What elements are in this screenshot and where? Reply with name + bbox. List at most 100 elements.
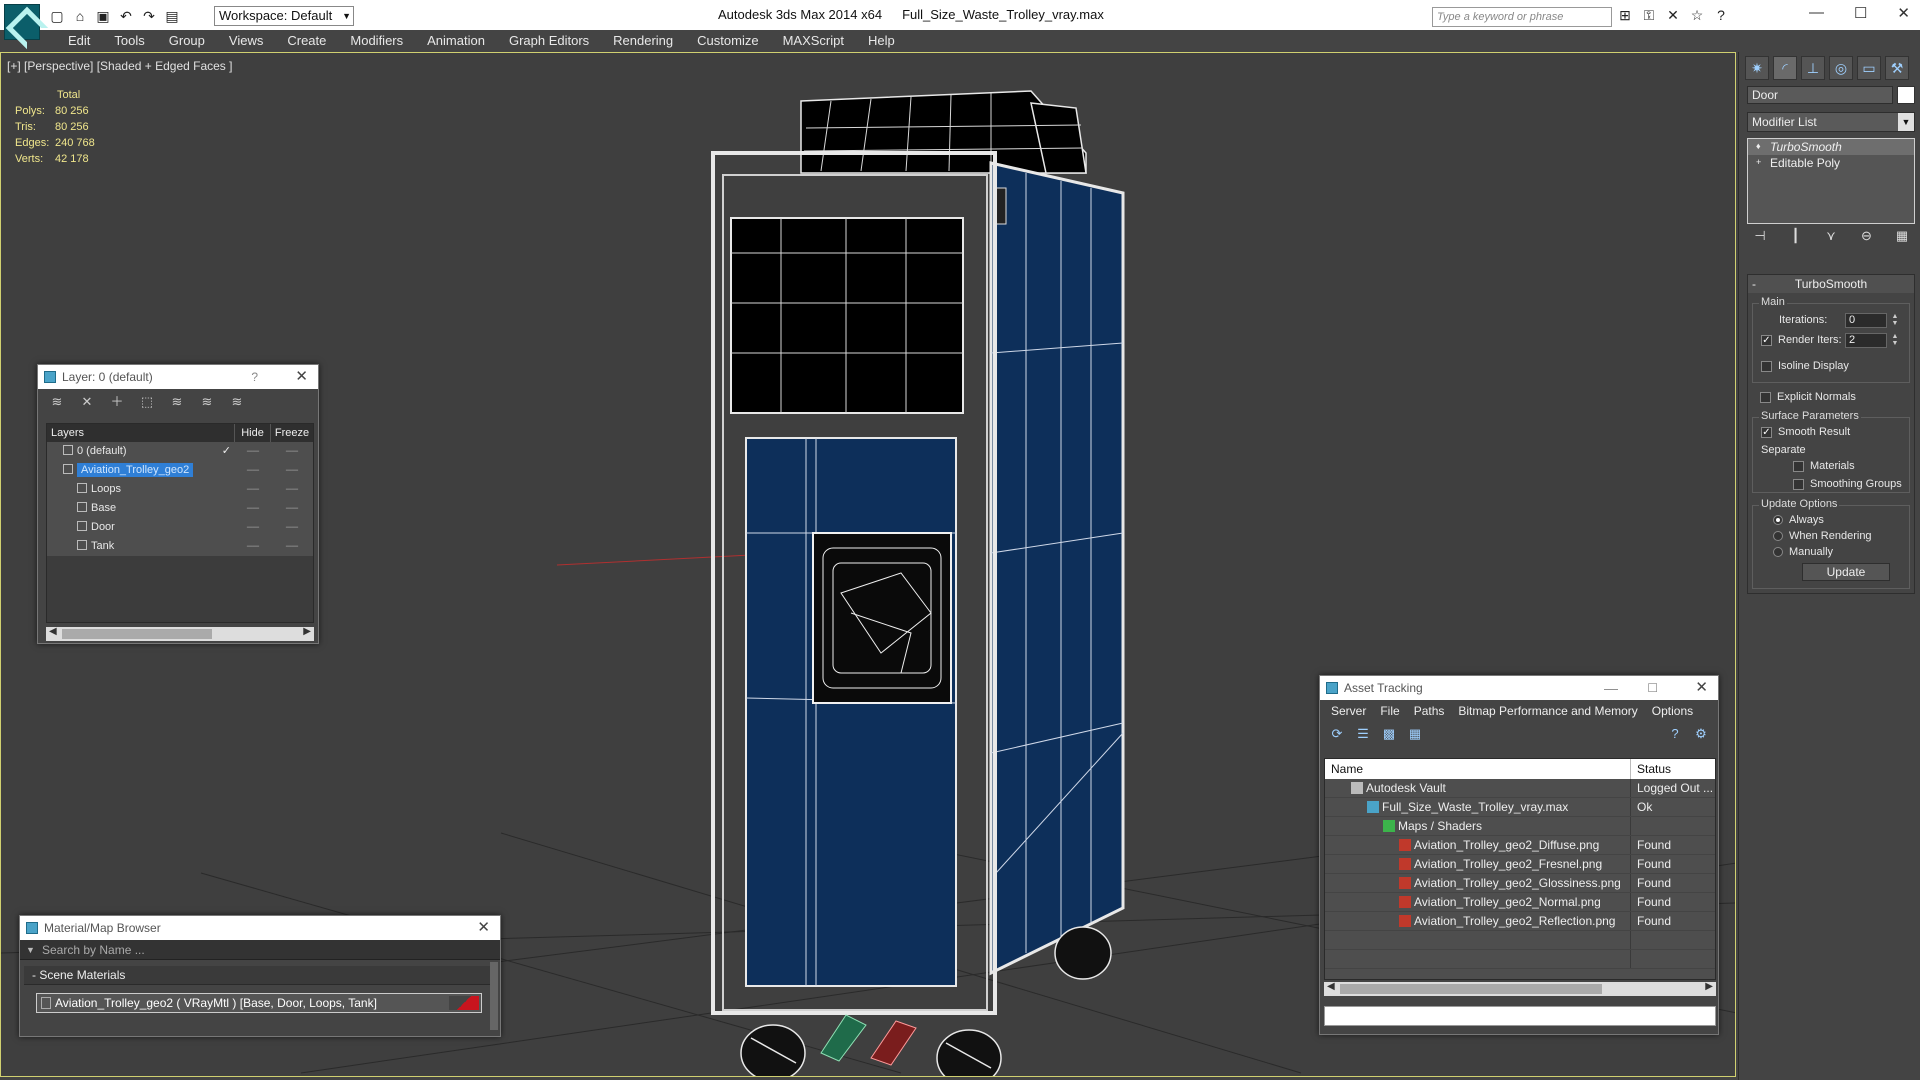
menu-create[interactable]: Create (275, 30, 338, 52)
asset-row[interactable]: Aviation_Trolley_geo2_Fresnel.png Found (1325, 855, 1715, 874)
menu-maxscript[interactable]: MAXScript (771, 30, 856, 52)
asset-menu-bitmap[interactable]: Bitmap Performance and Memory (1451, 700, 1644, 722)
col-freeze[interactable]: Freeze (271, 424, 313, 442)
hide-toggle[interactable]: –– (235, 442, 271, 461)
motion-tab-icon[interactable]: ◎ (1829, 56, 1853, 80)
smoothing-groups-option[interactable]: Smoothing Groups (1793, 478, 1902, 490)
when-rendering-radio-option[interactable]: When Rendering (1773, 530, 1872, 542)
object-name-field[interactable]: Door (1747, 86, 1893, 104)
utilities-tab-icon[interactable]: ⚒ (1885, 56, 1909, 80)
create-tab-icon[interactable]: ✷ (1745, 56, 1769, 80)
hide-toggle[interactable]: –– (235, 480, 271, 499)
stack-item-editable-poly[interactable]: + Editable Poly (1748, 155, 1914, 171)
pin-stack-icon[interactable]: ⊣ (1751, 228, 1769, 244)
set-current-layer-icon[interactable]: ≋ (168, 394, 186, 410)
close-icon[interactable]: ✕ (1897, 4, 1910, 22)
layer-row[interactable]: Loops –– –– (47, 480, 313, 499)
show-end-result-icon[interactable]: ┃ (1787, 228, 1805, 244)
hide-all-layers-icon[interactable]: ≋ (198, 394, 216, 410)
refresh-icon[interactable]: ⟳ (1328, 726, 1346, 742)
project-folder-icon[interactable]: ▤ (163, 8, 181, 24)
scene-materials-group[interactable]: - Scene Materials (24, 966, 494, 985)
col-layers[interactable]: Layers (47, 424, 235, 442)
menu-group[interactable]: Group (157, 30, 217, 52)
modifier-list-dropdown[interactable]: Modifier List ▼ (1747, 112, 1915, 132)
asset-menu-file[interactable]: File (1373, 700, 1406, 722)
menu-views[interactable]: Views (217, 30, 275, 52)
manually-radio-option[interactable]: Manually (1773, 546, 1833, 558)
asset-row[interactable]: Full_Size_Waste_Trolley_vray.max Ok (1325, 798, 1715, 817)
freeze-toggle[interactable]: –– (271, 442, 313, 461)
freeze-toggle[interactable]: –– (271, 499, 313, 518)
explicit-normals-checkbox[interactable] (1760, 391, 1771, 403)
add-to-layer-icon[interactable]: ＋ (108, 394, 126, 410)
help-icon[interactable]: ? (251, 365, 258, 389)
remove-modifier-icon[interactable]: ⊖ (1858, 228, 1876, 244)
menu-rendering[interactable]: Rendering (601, 30, 685, 52)
materials-checkbox[interactable] (1793, 460, 1804, 472)
app-logo-icon[interactable] (4, 4, 40, 40)
scroll-left-icon[interactable]: ◀ (49, 626, 57, 637)
col-hide[interactable]: Hide (235, 424, 271, 442)
hide-toggle[interactable]: –– (235, 537, 271, 556)
explicit-normals-option[interactable]: Explicit Normals (1760, 391, 1856, 403)
list-view-icon[interactable]: ☰ (1354, 726, 1372, 742)
thumbnail-view-icon[interactable]: ▩ (1380, 726, 1398, 742)
display-tab-icon[interactable]: ▭ (1857, 56, 1881, 80)
menu-customize[interactable]: Customize (685, 30, 770, 52)
iterations-spinner[interactable]: 0 (1845, 313, 1887, 328)
help-icon[interactable]: ? (1666, 726, 1684, 742)
delete-layer-icon[interactable]: ✕ (78, 394, 96, 410)
undo-icon[interactable]: ↶ (117, 8, 135, 24)
freeze-toggle[interactable]: –– (271, 518, 313, 537)
spinner-arrows-icon[interactable]: ▲ ▼ (1891, 313, 1899, 328)
viewport-label[interactable]: [+] [Perspective] [Shaded + Edged Faces … (7, 59, 232, 73)
col-name[interactable]: Name (1325, 759, 1631, 779)
search-input[interactable]: Type a keyword or phrase (1432, 7, 1612, 27)
close-icon[interactable]: ✕ (477, 916, 490, 940)
close-icon[interactable]: ✕ (295, 365, 308, 389)
stack-item-turbosmooth[interactable]: ♦ TurboSmooth (1748, 139, 1914, 155)
hide-toggle[interactable]: –– (235, 499, 271, 518)
make-unique-icon[interactable]: ⋎ (1822, 228, 1840, 244)
new-file-icon[interactable]: ▢ (48, 8, 66, 24)
vertical-scrollbar[interactable] (490, 962, 498, 1030)
menu-tools[interactable]: Tools (102, 30, 156, 52)
minimize-icon[interactable]: — (1809, 4, 1824, 22)
render-iters-spinner[interactable]: 2 (1845, 333, 1887, 348)
options-triangle-icon[interactable]: ▼ (26, 940, 35, 960)
select-in-layer-icon[interactable]: ⬚ (138, 394, 156, 410)
update-button[interactable]: Update (1802, 563, 1890, 581)
scroll-right-icon[interactable]: ▶ (1705, 981, 1713, 992)
material-browser-titlebar[interactable]: Material/Map Browser ✕ (20, 916, 500, 940)
modify-tab-icon[interactable]: ◜ (1773, 56, 1797, 80)
maximize-icon[interactable]: ☐ (1854, 4, 1867, 22)
binoculars-icon[interactable]: ⊞ (1616, 7, 1634, 23)
freeze-all-layers-icon[interactable]: ≋ (228, 394, 246, 410)
layer-row[interactable]: Tank –– –– (47, 537, 313, 556)
asset-row[interactable]: Aviation_Trolley_geo2_Reflection.png Foun… (1325, 912, 1715, 931)
layer-row[interactable]: 0 (default) ✓ –– –– (47, 442, 313, 461)
asset-row[interactable]: Aviation_Trolley_geo2_Normal.png Found (1325, 893, 1715, 912)
always-radio[interactable] (1773, 515, 1783, 525)
when-rendering-radio[interactable] (1773, 531, 1783, 541)
favorites-star-icon[interactable]: ☆ (1688, 7, 1706, 23)
asset-row[interactable]: Aviation_Trolley_geo2_Glossiness.png Foun… (1325, 874, 1715, 893)
material-item[interactable]: Aviation_Trolley_geo2 ( VRayMtl ) [Base,… (36, 993, 482, 1013)
asset-menu-options[interactable]: Options (1645, 700, 1700, 722)
layer-row[interactable]: Aviation_Trolley_geo2 –– –– (47, 461, 313, 480)
asset-row[interactable]: Autodesk Vault Logged Out ... (1325, 779, 1715, 798)
material-search-input[interactable]: ▼ Search by Name ... (20, 940, 500, 960)
current-layer-check[interactable]: ✓ (222, 442, 231, 461)
menu-modifiers[interactable]: Modifiers (338, 30, 415, 52)
scrollbar-thumb[interactable] (1340, 984, 1602, 994)
render-iters-option[interactable]: ✓ Render Iters: (1761, 334, 1842, 346)
hierarchy-tab-icon[interactable]: ⊥ (1801, 56, 1825, 80)
maximize-icon[interactable]: ☐ (1647, 676, 1658, 700)
menu-graph-editors[interactable]: Graph Editors (497, 30, 601, 52)
freeze-toggle[interactable]: –– (271, 461, 313, 480)
asset-menu-server[interactable]: Server (1324, 700, 1373, 722)
minimize-icon[interactable]: — (1604, 676, 1618, 700)
lightbulb-icon[interactable]: ♦ (1756, 141, 1764, 151)
open-file-icon[interactable]: ⌂ (71, 8, 89, 24)
